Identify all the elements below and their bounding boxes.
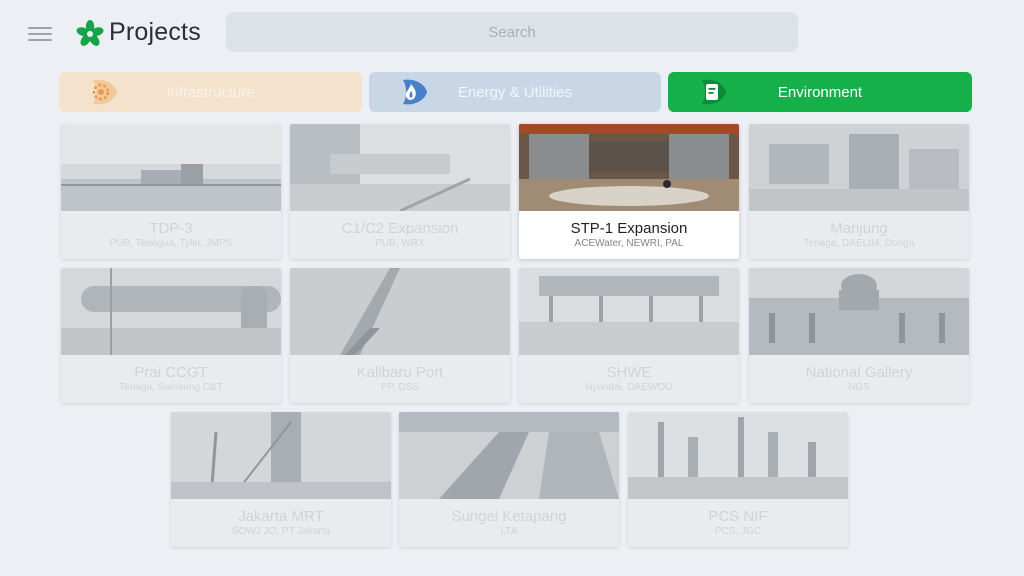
project-photo: [61, 124, 281, 211]
project-subtitle: LTA: [500, 526, 518, 537]
project-photo: [749, 124, 969, 211]
gear-icon: [92, 79, 117, 105]
project-photo: [171, 412, 391, 499]
project-title: STP-1 Expansion: [570, 220, 688, 237]
leaf-document-icon: [702, 79, 726, 105]
project-title: Prai CCGT: [134, 364, 208, 381]
tab-environment[interactable]: Environment: [668, 72, 972, 112]
tab-label: Infrastructure: [166, 83, 255, 101]
page-title: Projects: [109, 18, 201, 46]
project-subtitle: Hyundai, DAEWOO: [585, 382, 673, 393]
project-subtitle: NGS: [848, 382, 870, 393]
project-title: National Gallery: [805, 364, 913, 381]
project-card-prai-ccgt[interactable]: Prai CCGT Tenaga, Samsung C&T: [61, 268, 281, 403]
project-title: Jakarta MRT: [238, 508, 324, 525]
tab-label: Energy & Utilities: [457, 83, 573, 101]
project-card-stp-1-expansion[interactable]: STP-1 Expansion ACEWater, NEWRI, PAL: [519, 124, 739, 259]
project-subtitle: PUB, Tedagua, Tylin, JMPS: [109, 238, 233, 249]
project-title: PCS NIF: [708, 508, 768, 525]
menu-bar: [28, 33, 52, 35]
project-card-shwe[interactable]: SHWE Hyundai, DAEWOO: [519, 268, 739, 403]
project-subtitle: ACEWater, NEWRI, PAL: [574, 238, 684, 249]
project-card-pcs-nif[interactable]: PCS NIF PCS, JGC: [628, 412, 848, 547]
project-subtitle: SOWJ JO, PT Jakarta: [231, 526, 331, 537]
project-title: Kalibaru Port: [356, 364, 444, 381]
project-card-manjung[interactable]: Manjung Tenaga, DAELIM, Donga: [749, 124, 969, 259]
project-subtitle: PCS, JGC: [714, 526, 762, 537]
menu-bar: [28, 27, 52, 29]
search-input[interactable]: [226, 12, 798, 52]
project-photo: [519, 268, 739, 355]
project-photo: [290, 124, 510, 211]
flame-icon: [403, 79, 427, 105]
project-subtitle: Tenaga, DAELIM, Donga: [803, 238, 915, 249]
tab-label: Environment: [777, 83, 863, 101]
project-card-tdp-3[interactable]: TDP-3 PUB, Tedagua, Tylin, JMPS: [61, 124, 281, 259]
project-subtitle: PP, DSS: [380, 382, 420, 393]
project-subtitle: Tenaga, Samsung C&T: [119, 382, 223, 393]
project-title: TDP-3: [149, 220, 193, 237]
project-subtitle: PUB, WRX: [375, 238, 425, 249]
project-title: Sungei Ketapang: [451, 508, 567, 525]
project-card-jakarta-mrt[interactable]: Jakarta MRT SOWJ JO, PT Jakarta: [171, 412, 391, 547]
menu-bar: [28, 39, 52, 41]
tab-infrastructure[interactable]: Infrastructure: [59, 72, 362, 112]
flower-logo-icon: [76, 20, 104, 46]
project-title: SHWE: [606, 364, 652, 381]
project-photo: [399, 412, 619, 499]
menu-button[interactable]: [28, 26, 54, 42]
tab-energy-utilities[interactable]: Energy & Utilities: [369, 72, 661, 112]
project-card-sungei-ketapang[interactable]: Sungei Ketapang LTA: [399, 412, 619, 547]
project-card-national-gallery[interactable]: National Gallery NGS: [749, 268, 969, 403]
project-photo: [519, 124, 739, 211]
project-photo: [628, 412, 848, 499]
project-photo: [61, 268, 281, 355]
project-card-c1-c2-expansion[interactable]: C1/C2 Expansion PUB, WRX: [290, 124, 510, 259]
project-photo: [290, 268, 510, 355]
project-photo: [749, 268, 969, 355]
project-title: Manjung: [830, 220, 888, 237]
project-title: C1/C2 Expansion: [341, 220, 459, 237]
project-card-kalibaru-port[interactable]: Kalibaru Port PP, DSS: [290, 268, 510, 403]
